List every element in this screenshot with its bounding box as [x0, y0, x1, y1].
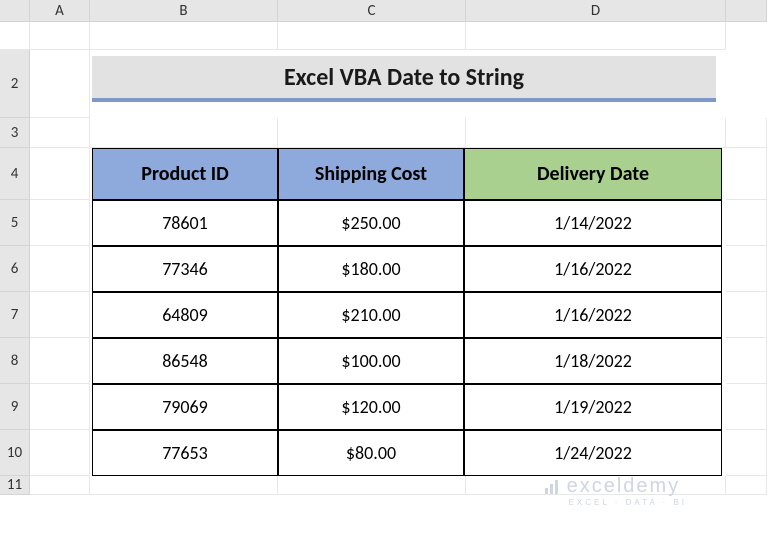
cell[interactable]: [30, 476, 90, 495]
row-header[interactable]: 6: [0, 246, 30, 292]
column-header[interactable]: C: [278, 0, 466, 22]
watermark: exceldemy EXCEL · DATA · BI: [545, 475, 687, 507]
row-header[interactable]: 2: [0, 50, 30, 118]
page-title: Excel VBA Date to String: [284, 63, 524, 92]
cell[interactable]: [30, 200, 90, 246]
row-header[interactable]: 9: [0, 384, 30, 430]
watermark-sub: EXCEL · DATA · BI: [569, 498, 687, 507]
column-header[interactable]: A: [30, 0, 90, 22]
cell[interactable]: [90, 118, 278, 148]
table-cell[interactable]: $120.00: [278, 384, 464, 430]
table-header-product[interactable]: Product ID: [92, 148, 278, 200]
table-cell[interactable]: $250.00: [278, 200, 464, 246]
spreadsheet-grid: A B C D 1 2 Excel VBA Date to String 3 4…: [0, 0, 767, 495]
table-cell[interactable]: $80.00: [278, 430, 464, 476]
table-cell[interactable]: 64809: [92, 292, 278, 338]
data-table: Product ID Shipping Cost Delivery Date 7…: [92, 148, 716, 476]
select-all-corner[interactable]: [0, 0, 30, 22]
chart-icon: [545, 477, 563, 500]
table-cell[interactable]: $180.00: [278, 246, 464, 292]
cell[interactable]: [30, 338, 90, 384]
watermark-text: exceldemy: [567, 475, 681, 497]
row-header[interactable]: 7: [0, 292, 30, 338]
row-header[interactable]: 10: [0, 430, 30, 476]
cell[interactable]: [90, 22, 278, 50]
cell[interactable]: [726, 384, 767, 430]
table-cell[interactable]: 77346: [92, 246, 278, 292]
column-header: [726, 0, 767, 22]
table-cell[interactable]: 86548: [92, 338, 278, 384]
row-header[interactable]: 5: [0, 200, 30, 246]
cell[interactable]: [726, 338, 767, 384]
cell[interactable]: [278, 476, 466, 495]
cell[interactable]: [278, 22, 466, 50]
table-cell[interactable]: 78601: [92, 200, 278, 246]
cell[interactable]: [30, 50, 90, 118]
table-cell[interactable]: $100.00: [278, 338, 464, 384]
cell[interactable]: [466, 118, 726, 148]
cell[interactable]: [30, 246, 90, 292]
table-cell[interactable]: 1/16/2022: [464, 246, 722, 292]
table-header-cost[interactable]: Shipping Cost: [278, 148, 464, 200]
table-cell[interactable]: 1/14/2022: [464, 200, 722, 246]
cell[interactable]: [30, 148, 90, 200]
cell[interactable]: [278, 118, 466, 148]
column-header[interactable]: B: [90, 0, 278, 22]
title-banner: Excel VBA Date to String: [92, 56, 716, 102]
table-cell[interactable]: 1/18/2022: [464, 338, 722, 384]
cell[interactable]: [726, 476, 767, 495]
cell[interactable]: [30, 118, 90, 148]
cell[interactable]: [726, 118, 767, 148]
cell[interactable]: [30, 430, 90, 476]
cell[interactable]: [726, 430, 767, 476]
row-header[interactable]: 4: [0, 148, 30, 200]
table-cell[interactable]: $210.00: [278, 292, 464, 338]
row-header[interactable]: 11: [0, 476, 30, 495]
cell[interactable]: [90, 476, 278, 495]
cell[interactable]: [726, 200, 767, 246]
table-cell[interactable]: 79069: [92, 384, 278, 430]
row-header[interactable]: 3: [0, 118, 30, 148]
table-cell[interactable]: 1/19/2022: [464, 384, 722, 430]
table-header-date[interactable]: Delivery Date: [464, 148, 722, 200]
cell[interactable]: [30, 384, 90, 430]
cell[interactable]: [726, 246, 767, 292]
table-cell[interactable]: 1/24/2022: [464, 430, 722, 476]
cell[interactable]: [0, 22, 30, 50]
cell[interactable]: [726, 292, 767, 338]
cell[interactable]: [726, 148, 767, 200]
cell[interactable]: [466, 22, 726, 50]
table-cell[interactable]: 77653: [92, 430, 278, 476]
cell[interactable]: [30, 22, 90, 50]
cell[interactable]: [30, 292, 90, 338]
column-header[interactable]: D: [466, 0, 726, 22]
row-header[interactable]: 8: [0, 338, 30, 384]
table-cell[interactable]: 1/16/2022: [464, 292, 722, 338]
